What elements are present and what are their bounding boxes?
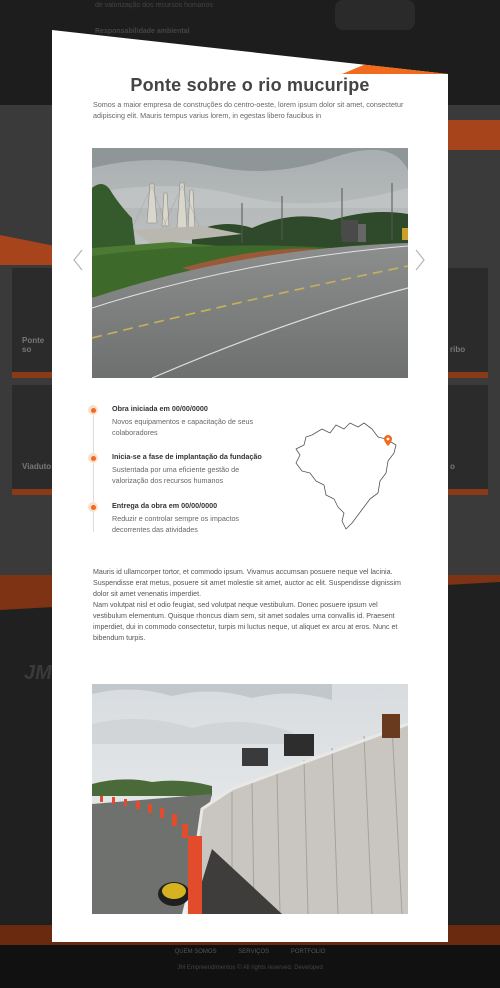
background-accent xyxy=(445,120,500,150)
timeline-item-text: Sustentada por uma eficiente gestão de v… xyxy=(112,465,240,485)
footer-link: SERVIÇOS xyxy=(238,949,270,955)
gallery-photo xyxy=(92,684,408,914)
description-paragraph: Mauris id ullamcorper tortor, et commodo… xyxy=(93,568,401,598)
background-card-label: ribo xyxy=(450,345,466,354)
background-card-strip xyxy=(12,489,52,495)
timeline-dot-icon xyxy=(88,453,98,463)
chevron-left-icon xyxy=(73,249,83,271)
background-map xyxy=(335,0,415,30)
background-card-strip xyxy=(12,372,52,378)
bridge-highway-photo xyxy=(92,148,408,378)
project-description: Mauris id ullamcorper tortor, et commodo… xyxy=(93,567,411,644)
background-card-label: Viaduto xyxy=(22,462,52,471)
background-card: Viaduto xyxy=(12,385,52,495)
background-card-label: o xyxy=(450,462,455,471)
footer-link: PORTFOLIO xyxy=(290,949,326,955)
previous-photo-button[interactable] xyxy=(72,249,84,271)
timeline-item-title: Obra iniciada em 00/00/0000 xyxy=(112,404,208,413)
timeline-dot-icon xyxy=(88,405,98,415)
background-card-label: Ponte so xyxy=(22,336,45,354)
description-paragraph: Nam volutpat nisl et odio feugiat, sed v… xyxy=(93,601,398,642)
gallery-photo xyxy=(92,148,408,378)
background-card: o xyxy=(448,385,488,495)
background-card-strip xyxy=(448,489,488,495)
construction-barrier-photo xyxy=(92,684,408,914)
timeline-item-title: Inicia-se a fase de implantação da funda… xyxy=(112,452,262,461)
brazil-map-pin-icon xyxy=(292,415,412,535)
background-card: Ponte so xyxy=(12,268,52,378)
timeline-item-title: Entrega da obra em 00/00/0000 xyxy=(112,501,218,510)
project-modal: Ponte sobre o rio mucuripe Somos a maior… xyxy=(52,30,448,942)
next-photo-button[interactable] xyxy=(414,249,426,271)
background-card: ribo xyxy=(448,268,488,378)
timeline-item-text: Reduzir e controlar sempre os impactos d… xyxy=(112,514,240,534)
chevron-right-icon xyxy=(415,249,425,271)
timeline-item-text: Novos equipamentos e capacitação de seus… xyxy=(112,417,254,437)
timeline-line xyxy=(93,412,94,532)
timeline-dot-icon xyxy=(88,502,98,512)
footer-link: QUEM SOMOS xyxy=(174,949,217,955)
background-heading: Responsabilidade ambiental xyxy=(95,28,190,35)
background-footer-links: QUEM SOMOS SERVIÇOS PORTFOLIO xyxy=(0,949,500,955)
background-text: de valorização dos recursos humanos xyxy=(95,2,213,9)
modal-intro: Somos a maior empresa de construções do … xyxy=(93,100,404,120)
background-logo: JM xyxy=(24,662,52,684)
modal-title: Ponte sobre o rio mucuripe xyxy=(130,75,370,95)
footer-copyright: JM Empreendimentos © All rights reserved… xyxy=(177,965,323,971)
background-card-strip xyxy=(448,372,488,378)
